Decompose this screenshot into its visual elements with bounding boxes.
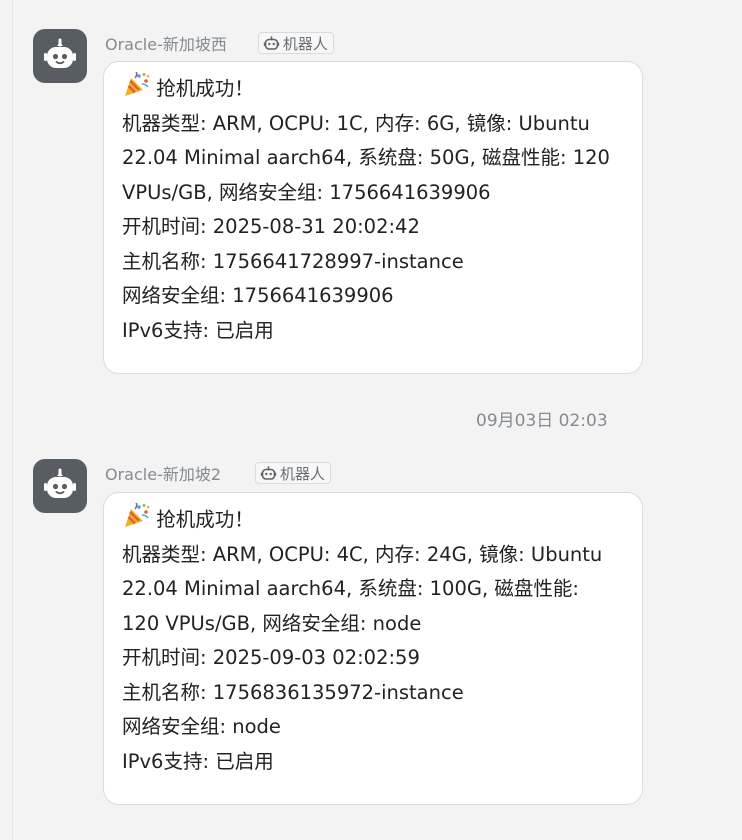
robot-icon [44, 38, 76, 68]
sender-row: Oracle-新加坡西 机器人 [105, 31, 334, 55]
message-title-line: 抢机成功！ [122, 503, 642, 538]
bot-avatar[interactable] [33, 29, 87, 83]
bot-badge: 机器人 [255, 462, 332, 484]
message-line: 22.04 Minimal aarch64, 系统盘: 50G, 磁盘性能: 1… [122, 146, 610, 169]
bot-badge: 机器人 [257, 32, 334, 54]
message-line: 22.04 Minimal aarch64, 系统盘: 100G, 磁盘性能: [122, 577, 579, 600]
message-line: 开机时间: 2025-08-31 20:02:42 [122, 215, 420, 238]
message-line: 主机名称: 1756836135972-instance [122, 680, 464, 704]
sender-name[interactable]: Oracle-新加坡西 [105, 31, 227, 55]
message-line: 机器类型: ARM, OCPU: 1C, 内存: 6G, 镜像: Ubuntu [122, 111, 590, 135]
message-line: IPv6支持: 已启用 [122, 318, 274, 342]
message-title: 抢机成功！ [156, 77, 254, 100]
bot-badge-label: 机器人 [280, 464, 326, 483]
message-line: 网络安全组: node [122, 715, 281, 738]
message-line: 机器类型: ARM, OCPU: 4C, 内存: 24G, 镜像: Ubuntu [122, 542, 603, 566]
party-popper-icon [125, 72, 150, 96]
message-line: 开机时间: 2025-09-03 02:02:59 [122, 646, 420, 669]
bot-avatar[interactable] [33, 459, 87, 513]
message-title-line: 抢机成功！ [122, 72, 642, 107]
message-line: 网络安全组: 1756641639906 [122, 284, 394, 307]
message-line: 主机名称: 1756641728997-instance [122, 249, 464, 273]
robot-icon [44, 468, 76, 498]
sender-name[interactable]: Oracle-新加坡2 [105, 461, 221, 485]
message-line: VPUs/GB, 网络安全组: 1756641639906 [122, 180, 491, 204]
message-bubble[interactable]: 抢机成功！ 机器类型: ARM, OCPU: 1C, 内存: 6G, 镜像: U… [103, 61, 643, 374]
left-panel-edge [0, 0, 13, 840]
message-timestamp: 09月03日 02:03 [476, 411, 608, 431]
sender-row: Oracle-新加坡2 机器人 [105, 461, 332, 485]
robot-icon [260, 465, 277, 480]
party-popper-icon [125, 503, 150, 527]
message-line: IPv6支持: 已启用 [122, 749, 274, 773]
message-bubble[interactable]: 抢机成功！ 机器类型: ARM, OCPU: 4C, 内存: 24G, 镜像: … [103, 492, 643, 805]
message-title: 抢机成功！ [156, 508, 254, 531]
bot-badge-label: 机器人 [282, 34, 328, 53]
message-line: 120 VPUs/GB, 网络安全组: node [122, 611, 422, 635]
robot-icon [263, 35, 280, 50]
